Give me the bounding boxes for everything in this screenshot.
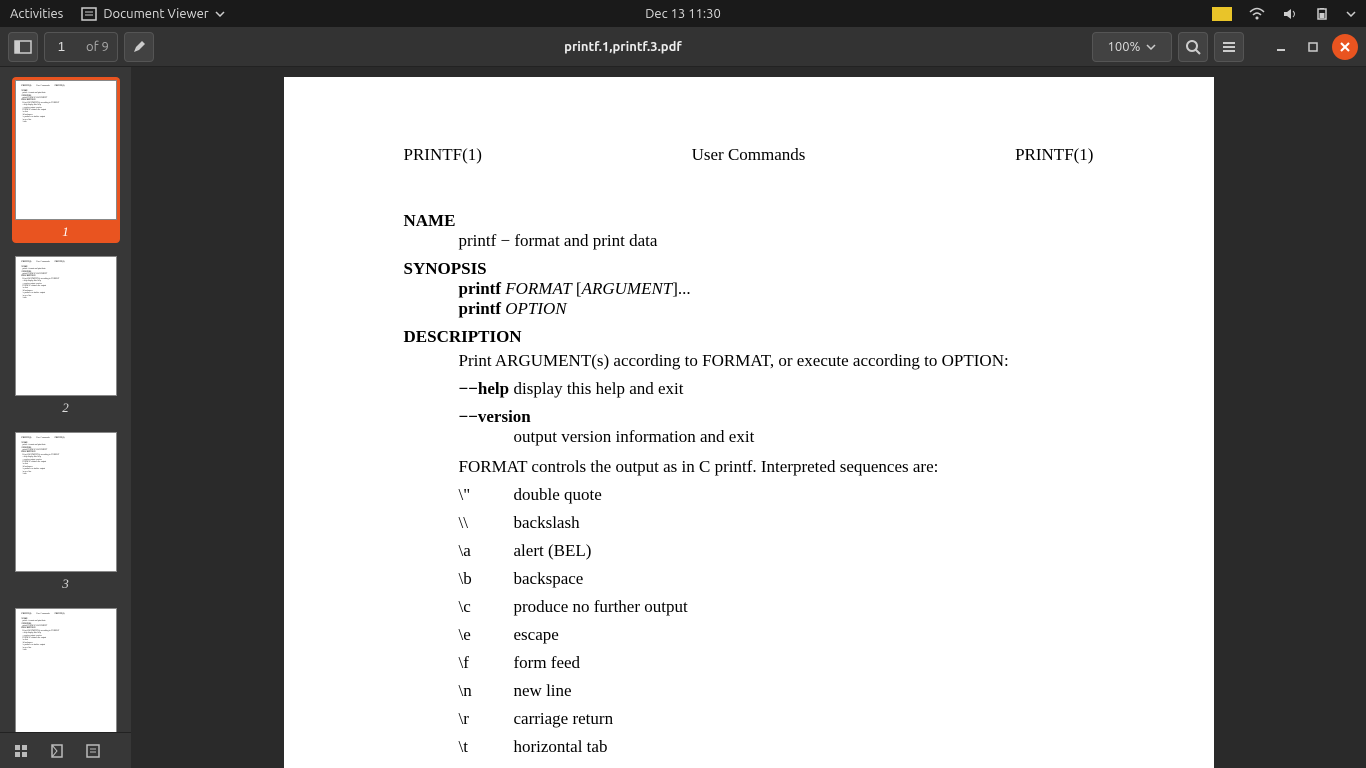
header-bar: of 9 printf.1,printf.3.pdf 100% xyxy=(0,27,1366,67)
page-count-label: of 9 xyxy=(78,32,118,62)
header-left: PRINTF(1) xyxy=(404,145,482,165)
escape-seq-row: \eescape xyxy=(459,625,1094,645)
notification-indicator-icon[interactable] xyxy=(1212,7,1232,21)
page-selector: of 9 xyxy=(44,32,118,62)
view-outline-button[interactable] xyxy=(42,738,72,764)
gnome-top-bar: Activities Document Viewer Dec 13 11:30 xyxy=(0,0,1366,27)
thumbnail-number: 1 xyxy=(15,224,117,240)
thumbnail-sidebar: PRINTF(1) User Commands PRINTF(1)NAME pr… xyxy=(0,67,131,768)
option-help: −−helpdisplay this help and exit xyxy=(459,379,1094,399)
thumbnail-page-2[interactable]: PRINTF(1) User Commands PRINTF(1)NAME pr… xyxy=(12,253,120,419)
escape-seq-row: \"double quote xyxy=(459,485,1094,505)
header-center: User Commands xyxy=(692,145,806,165)
thumbnail-list[interactable]: PRINTF(1) User Commands PRINTF(1)NAME pr… xyxy=(0,67,131,732)
zoom-label: 100% xyxy=(1108,40,1141,54)
app-menu-label: Document Viewer xyxy=(103,7,208,21)
zoom-selector[interactable]: 100% xyxy=(1092,32,1172,62)
wifi-icon[interactable] xyxy=(1248,7,1266,21)
maximize-button[interactable] xyxy=(1300,34,1326,60)
hamburger-menu-button[interactable] xyxy=(1214,32,1244,62)
page-1: PRINTF(1) User Commands PRINTF(1) NAME p… xyxy=(284,77,1214,768)
close-button[interactable] xyxy=(1332,34,1358,60)
section-name: NAME xyxy=(404,211,1094,231)
chevron-down-icon xyxy=(215,11,225,17)
escape-seq-row: \thorizontal tab xyxy=(459,737,1094,757)
escape-sequence-list: \"double quote \\backslash \aalert (BEL) \b… xyxy=(404,485,1094,768)
document-icon xyxy=(81,7,97,21)
escape-seq-row: \rcarriage return xyxy=(459,709,1094,729)
escape-seq-row: \cproduce no further output xyxy=(459,597,1094,617)
escape-seq-row: \nnew line xyxy=(459,681,1094,701)
sidebar-toggle-button[interactable] xyxy=(8,32,38,62)
escape-seq-row: \aalert (BEL) xyxy=(459,541,1094,561)
document-canvas[interactable]: PRINTF(1) User Commands PRINTF(1) NAME p… xyxy=(131,67,1366,768)
annotate-button[interactable] xyxy=(124,32,154,62)
view-grid-button[interactable] xyxy=(6,738,36,764)
section-description: DESCRIPTION xyxy=(404,327,1094,347)
description-body: Print ARGUMENT(s) according to FORMAT, o… xyxy=(459,351,1094,371)
minimize-button[interactable] xyxy=(1268,34,1294,60)
option-version: −−version output version information and… xyxy=(459,407,1094,447)
thumbnail-number: 2 xyxy=(15,400,117,416)
clock[interactable]: Dec 13 11:30 xyxy=(645,7,721,21)
activities-button[interactable]: Activities xyxy=(10,7,63,21)
thumbnail-page-3[interactable]: PRINTF(1) User Commands PRINTF(1)NAME pr… xyxy=(12,429,120,595)
synopsis-line-1: printf FORMAT [ARGUMENT]... xyxy=(459,279,1094,299)
chevron-down-icon[interactable] xyxy=(1346,11,1356,17)
name-body: printf − format and print data xyxy=(459,231,1094,251)
escape-seq-row: \\backslash xyxy=(459,513,1094,533)
synopsis-line-2: printf OPTION xyxy=(459,299,1094,319)
view-annotations-button[interactable] xyxy=(78,738,108,764)
thumbnail-number: 3 xyxy=(15,576,117,592)
header-right: PRINTF(1) xyxy=(1015,145,1093,165)
document-title: printf.1,printf.3.pdf xyxy=(160,40,1086,54)
section-synopsis: SYNOPSIS xyxy=(404,259,1094,279)
sidebar-footer xyxy=(0,732,131,768)
escape-seq-row: \bbackspace xyxy=(459,569,1094,589)
app-menu[interactable]: Document Viewer xyxy=(81,7,224,21)
page-number-input[interactable] xyxy=(44,32,78,62)
battery-icon[interactable] xyxy=(1314,8,1330,20)
thumbnail-page-1[interactable]: PRINTF(1) User Commands PRINTF(1)NAME pr… xyxy=(12,77,120,243)
format-note: FORMAT controls the output as in C print… xyxy=(459,457,1094,477)
escape-seq-row: \fform feed xyxy=(459,653,1094,673)
search-button[interactable] xyxy=(1178,32,1208,62)
thumbnail-page-4[interactable]: PRINTF(1) User Commands PRINTF(1)NAME pr… xyxy=(12,605,120,732)
volume-icon[interactable] xyxy=(1282,7,1298,21)
